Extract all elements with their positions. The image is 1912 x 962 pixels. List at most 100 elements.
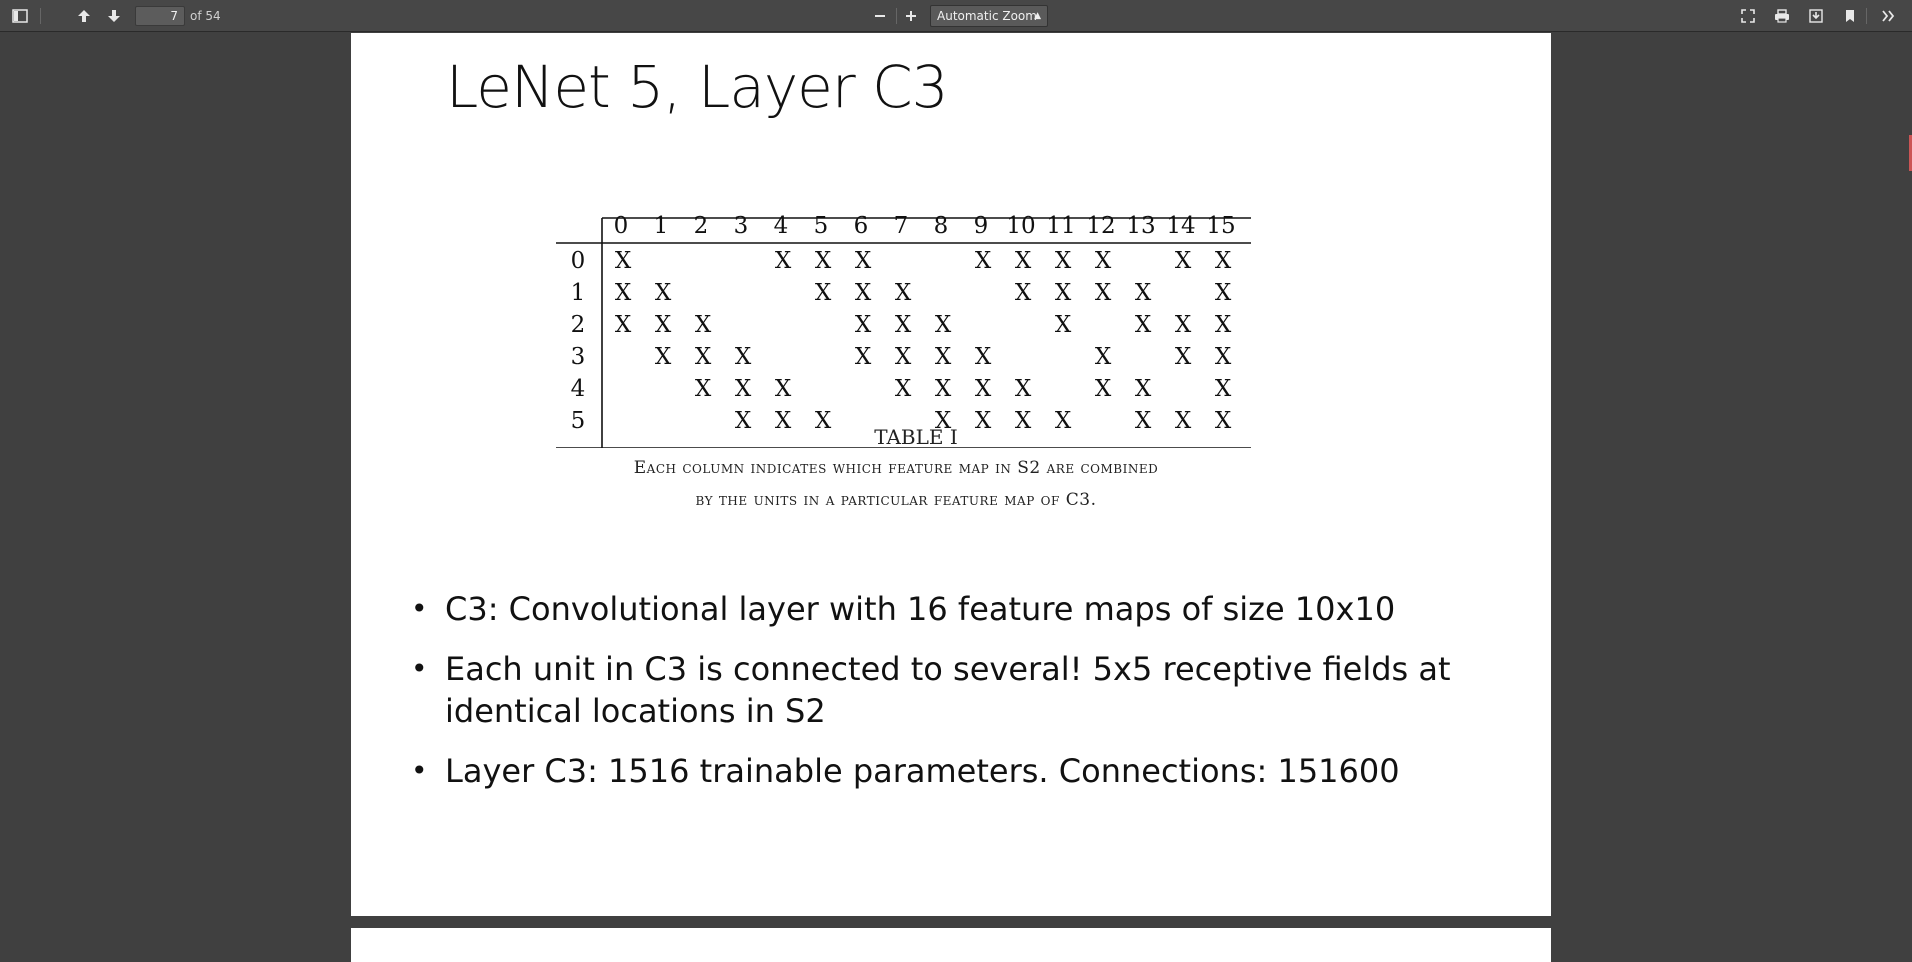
sidebar-toggle-button[interactable]: [8, 5, 32, 27]
table-cell-mark: X: [1015, 248, 1032, 274]
column-header: 5: [814, 213, 829, 239]
toolbar-divider: [896, 8, 897, 24]
bullet-dot: •: [411, 592, 428, 625]
download-icon: [1809, 9, 1823, 23]
presentation-mode-button[interactable]: [1736, 5, 1760, 27]
page-number-input[interactable]: [135, 6, 185, 26]
zoom-in-button[interactable]: [899, 5, 923, 27]
plus-icon: [906, 11, 916, 21]
bullet-item: • Each unit in C3 is connected to several…: [411, 648, 1461, 732]
pdf-page: LeNet 5, Layer C3 0 1 2 3 4 5 6 7 8 9 10 11 12 13 14 15…: [351, 33, 1551, 916]
table-cell-mark: X: [695, 376, 712, 402]
table-cell-mark: X: [775, 248, 792, 274]
column-header: 12: [1086, 213, 1115, 239]
table-cell-mark: X: [655, 312, 672, 338]
table-cell-mark: X: [1215, 344, 1232, 370]
row-header: 3: [571, 344, 586, 370]
column-header: 14: [1166, 213, 1195, 239]
toolbar-divider: [1866, 8, 1867, 24]
table-caption-line-1: Each column indicates which feature map …: [633, 458, 1159, 478]
connection-table: 0 1 2 3 4 5 6 7 8 9 10 11 12 13 14 150 X X X X X X X X X X1 X X X X X X…: [556, 213, 1251, 448]
bullet-text: Layer C3: 1516 trainable parameters. Con…: [445, 752, 1400, 790]
column-header: 0: [614, 213, 629, 239]
table-cell-mark: X: [815, 248, 832, 274]
table-cell-mark: X: [1095, 376, 1112, 402]
table-cell-mark: X: [1175, 248, 1192, 274]
zoom-select[interactable]: Automatic Zoom ▲︎: [930, 5, 1048, 27]
table-cell-mark: X: [1055, 312, 1072, 338]
bullet-dot: •: [411, 754, 428, 787]
bullet-dot: •: [411, 652, 428, 685]
zoom-select-value: Automatic Zoom: [937, 9, 1037, 23]
column-header: 4: [774, 213, 789, 239]
download-button[interactable]: [1804, 5, 1828, 27]
pdf-page-next: [351, 928, 1551, 962]
print-button[interactable]: [1770, 5, 1794, 27]
bullet-text: Each unit in C3 is connected to several!…: [445, 650, 1451, 730]
toolbar-divider: [40, 8, 41, 24]
row-header: 1: [571, 280, 586, 306]
table-cell-mark: X: [775, 376, 792, 402]
table-caption-title: TABLE I: [874, 425, 958, 449]
zoom-out-button[interactable]: [868, 5, 892, 27]
page-count-label: of 54: [190, 9, 221, 23]
bookmark-button[interactable]: [1838, 5, 1862, 27]
double-chevron-right-icon: [1882, 10, 1895, 22]
table-cell-mark: X: [1015, 280, 1032, 306]
row-header: 0: [571, 248, 586, 274]
table-cell-mark: X: [975, 344, 992, 370]
table-cell-mark: X: [855, 312, 872, 338]
table-cell-mark: X: [655, 344, 672, 370]
table-cell-mark: X: [615, 280, 632, 306]
document-viewer[interactable]: LeNet 5, Layer C3 0 1 2 3 4 5 6 7 8 9 10 11 12 13 14 15…: [0, 33, 1912, 962]
next-page-button[interactable]: [102, 5, 126, 27]
row-header: 4: [571, 376, 586, 402]
table-caption-line-2: by the units in a particular feature map…: [695, 490, 1097, 510]
table-cell-mark: X: [895, 344, 912, 370]
column-header: 2: [694, 213, 709, 239]
bullet-item: • Layer C3: 1516 trainable parameters. Co…: [411, 750, 1461, 792]
table-cell-mark: X: [1215, 248, 1232, 274]
minus-icon: [875, 15, 885, 17]
table-cell-mark: X: [1015, 376, 1032, 402]
sidebar-icon: [12, 9, 28, 23]
table-cell-mark: X: [1215, 280, 1232, 306]
table-cell-mark: X: [935, 344, 952, 370]
table-cell-mark: X: [695, 312, 712, 338]
table-cell-mark: X: [735, 376, 752, 402]
column-header: 1: [654, 213, 669, 239]
column-header: 9: [974, 213, 989, 239]
column-header: 11: [1046, 213, 1075, 239]
printer-icon: [1775, 9, 1789, 23]
table-cell-mark: X: [935, 312, 952, 338]
table-cell-mark: X: [1215, 376, 1232, 402]
table-cell-mark: X: [735, 344, 752, 370]
column-header: 7: [894, 213, 909, 239]
table-cell-mark: X: [1175, 344, 1192, 370]
tools-menu-button[interactable]: [1876, 5, 1900, 27]
bullet-list: • C3: Convolutional layer with 16 feature…: [411, 588, 1461, 810]
table-cell-mark: X: [1055, 280, 1072, 306]
arrow-down-icon: [108, 10, 120, 22]
bookmark-icon: [1846, 10, 1854, 22]
table-cell-mark: X: [855, 248, 872, 274]
pdf-toolbar: of 54 Automatic Zoom ▲︎: [0, 0, 1912, 32]
table-cell-mark: X: [975, 376, 992, 402]
table-cell-mark: X: [815, 280, 832, 306]
previous-page-button[interactable]: [72, 5, 96, 27]
table-cell-mark: X: [615, 312, 632, 338]
table-cell-mark: X: [1055, 248, 1072, 274]
table-cell-mark: X: [695, 344, 712, 370]
table-cell-mark: X: [895, 312, 912, 338]
column-header: 6: [854, 213, 869, 239]
table-cell-mark: X: [1095, 280, 1112, 306]
bullet-item: • C3: Convolutional layer with 16 feature…: [411, 588, 1461, 630]
column-header: 13: [1126, 213, 1155, 239]
column-header: 8: [934, 213, 949, 239]
slide-title: LeNet 5, Layer C3: [446, 53, 949, 121]
table-cell-mark: X: [1175, 312, 1192, 338]
table-cell-mark: X: [895, 280, 912, 306]
arrow-up-icon: [78, 10, 90, 22]
column-header: 3: [734, 213, 749, 239]
bullet-text: C3: Convolutional layer with 16 feature …: [445, 590, 1396, 628]
